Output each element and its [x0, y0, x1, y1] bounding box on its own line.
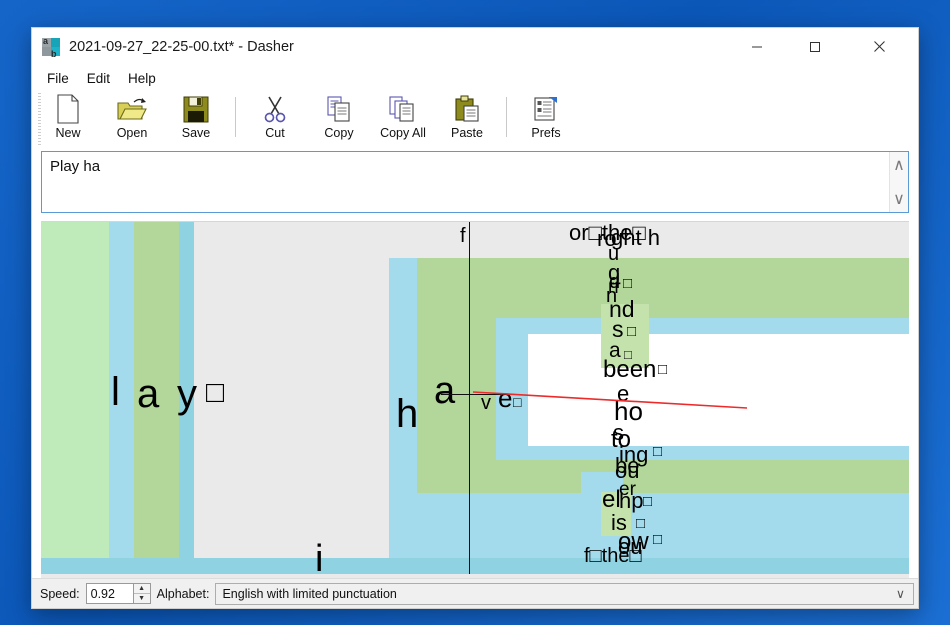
glyph-been[interactable]: been	[603, 358, 656, 382]
speed-stepper-up[interactable]: ▲	[133, 584, 150, 594]
glyph-hp[interactable]: hp	[619, 490, 643, 512]
scroll-up-icon[interactable]: ∧	[893, 155, 905, 175]
menu-item-edit[interactable]: Edit	[78, 68, 119, 89]
dasher-window: a b 2021-09-27_22-25-00.txt* - Dasher Fi…	[31, 27, 919, 609]
toolbar-label-copy: Copy	[324, 126, 354, 140]
dasher-app-icon: a b	[42, 35, 60, 59]
crosshair-horizontal	[441, 394, 501, 396]
menu-bar: File Edit Help	[32, 65, 918, 91]
glyph-v[interactable]: v	[481, 393, 491, 413]
toolbar-button-copy-all[interactable]: Copy All	[371, 91, 435, 147]
toolbar-button-cut[interactable]: Cut	[243, 91, 307, 147]
preferences-icon	[533, 94, 559, 124]
app-icon-letter-b: b	[51, 48, 57, 59]
speed-label: Speed:	[40, 586, 80, 601]
window-title: 2021-09-27_22-25-00.txt* - Dasher	[69, 38, 294, 55]
menu-item-file[interactable]: File	[38, 68, 78, 89]
text-entry-area[interactable]: Play ha ∧ ∨	[41, 151, 909, 213]
glyph-i-bottom[interactable]: i	[315, 540, 323, 578]
band-blue-bottom[interactable]	[41, 558, 909, 574]
toolbar-separator-1	[235, 97, 236, 137]
toolbar-button-paste[interactable]: Paste	[435, 91, 499, 147]
text-entry-scrollbar[interactable]: ∧ ∨	[889, 152, 908, 212]
toolbar-separator-2	[506, 97, 507, 137]
toolbar-label-open: Open	[116, 126, 148, 140]
toolbar-label-cut: Cut	[265, 126, 285, 140]
speed-stepper[interactable]: ▲ ▼	[133, 583, 151, 604]
alphabet-label: Alphabet:	[156, 586, 210, 601]
glyph-s[interactable]: s	[612, 318, 624, 341]
glyph-l[interactable]: l	[111, 372, 120, 412]
glyph-space-10[interactable]: □	[653, 532, 662, 547]
glyph-e-mid[interactable]: e	[498, 385, 512, 411]
copy-icon	[326, 94, 352, 124]
open-folder-icon	[117, 94, 147, 124]
clipboard-paste-icon	[454, 94, 480, 124]
glyph-space-3[interactable]: □	[623, 276, 632, 291]
minimize-icon	[752, 46, 762, 47]
speed-input[interactable]: 0.92	[85, 583, 134, 604]
glyph-y[interactable]: y	[177, 374, 197, 414]
toolbar-label-new: New	[55, 126, 81, 140]
copy-all-icon	[389, 94, 417, 124]
glyph-rr[interactable]: rr	[608, 278, 621, 297]
glyph-space-8[interactable]: □	[643, 494, 652, 509]
scroll-down-icon[interactable]: ∨	[893, 189, 905, 209]
app-icon-letter-a: a	[43, 35, 49, 46]
dasher-canvas[interactable]: l a y □ i h a f v e □ or□the□ ro ght h u g d □ n rr nd s □ a □ be…	[41, 222, 909, 578]
text-entry-content[interactable]: Play ha	[42, 152, 889, 212]
glyph-a-mid[interactable]: a	[434, 372, 455, 410]
new-document-icon	[55, 94, 81, 124]
toolbar-label-paste: Paste	[451, 126, 483, 140]
close-icon	[873, 41, 885, 52]
toolbar-label-prefs: Prefs	[531, 126, 561, 140]
glyph-space-7[interactable]: □	[653, 444, 662, 459]
band-green-outer[interactable]	[41, 222, 109, 574]
node-white-e[interactable]	[528, 334, 909, 446]
speed-stepper-down[interactable]: ▼	[134, 594, 150, 603]
glyph-space-1[interactable]: □	[206, 378, 224, 408]
glyph-el[interactable]: el	[602, 488, 621, 512]
glyph-f-top[interactable]: f	[460, 226, 466, 246]
menu-item-help[interactable]: Help	[119, 68, 165, 89]
toolbar-button-prefs[interactable]: Prefs	[514, 91, 578, 147]
dasher-canvas-area[interactable]: l a y □ i h a f v e □ or□the□ ro ght h u g d □ n rr nd s □ a □ be…	[41, 221, 909, 578]
status-bar: Speed: 0.92 ▲ ▼ Alphabet: English with l…	[32, 578, 918, 608]
toolbar-label-copy-all: Copy All	[380, 126, 426, 140]
scissors-icon	[263, 94, 287, 124]
floppy-disk-icon	[183, 94, 209, 124]
toolbar-button-save[interactable]: Save	[164, 91, 228, 147]
close-button[interactable]	[856, 28, 902, 65]
maximize-icon	[810, 41, 820, 52]
maximize-button[interactable]	[792, 28, 838, 65]
glyph-a-left[interactable]: a	[137, 374, 159, 414]
toolbar-button-copy[interactable]: Copy	[307, 91, 371, 147]
alphabet-selected-value: English with limited punctuation	[222, 586, 397, 601]
title-bar: a b 2021-09-27_22-25-00.txt* - Dasher	[32, 28, 918, 65]
alphabet-select[interactable]: English with limited punctuation ∨	[215, 582, 914, 605]
glyph-h[interactable]: h	[396, 394, 418, 434]
glyph-space-6[interactable]: □	[658, 362, 667, 377]
toolbar-label-save: Save	[181, 126, 211, 140]
toolbar-button-new[interactable]: New	[36, 91, 100, 147]
crosshair-vertical	[469, 222, 471, 574]
glyph-space-4[interactable]: □	[627, 324, 636, 339]
toolbar: New Open Save Cut Copy Copy All Paste Pr…	[32, 91, 918, 151]
minimize-button[interactable]	[734, 28, 780, 65]
toolbar-button-open[interactable]: Open	[100, 91, 164, 147]
chevron-down-icon: ∨	[895, 587, 905, 601]
glyph-f-space-the[interactable]: f□the□	[584, 546, 642, 566]
glyph-space-2[interactable]: □	[513, 395, 521, 409]
